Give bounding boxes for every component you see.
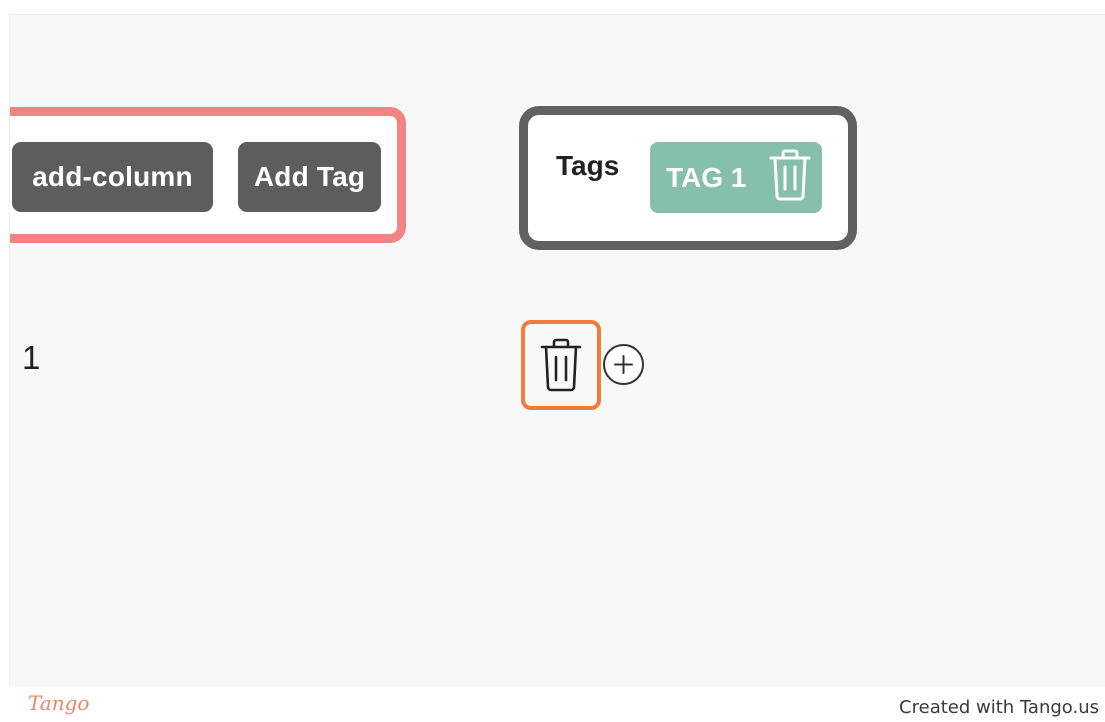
tag-chip-label: TAG 1 — [666, 162, 747, 193]
app-canvas: add-column Add Tag Tags TAG 1 1 — [9, 14, 1105, 688]
trash-icon — [540, 338, 582, 392]
row-number: 1 — [22, 339, 41, 376]
footer: Tango Created with Tango.us — [0, 687, 1105, 722]
footer-credit: Created with Tango.us — [899, 697, 1099, 718]
plus-circle-icon[interactable] — [601, 342, 646, 387]
tango-logo: Tango — [28, 691, 90, 715]
tag-chip[interactable]: TAG 1 — [650, 142, 822, 213]
tags-label: Tags — [556, 150, 620, 181]
add-tag-button[interactable]: Add Tag — [238, 142, 381, 212]
row-delete-button[interactable] — [521, 320, 601, 410]
trash-icon[interactable] — [768, 148, 812, 202]
add-column-button[interactable]: add-column — [12, 142, 213, 212]
